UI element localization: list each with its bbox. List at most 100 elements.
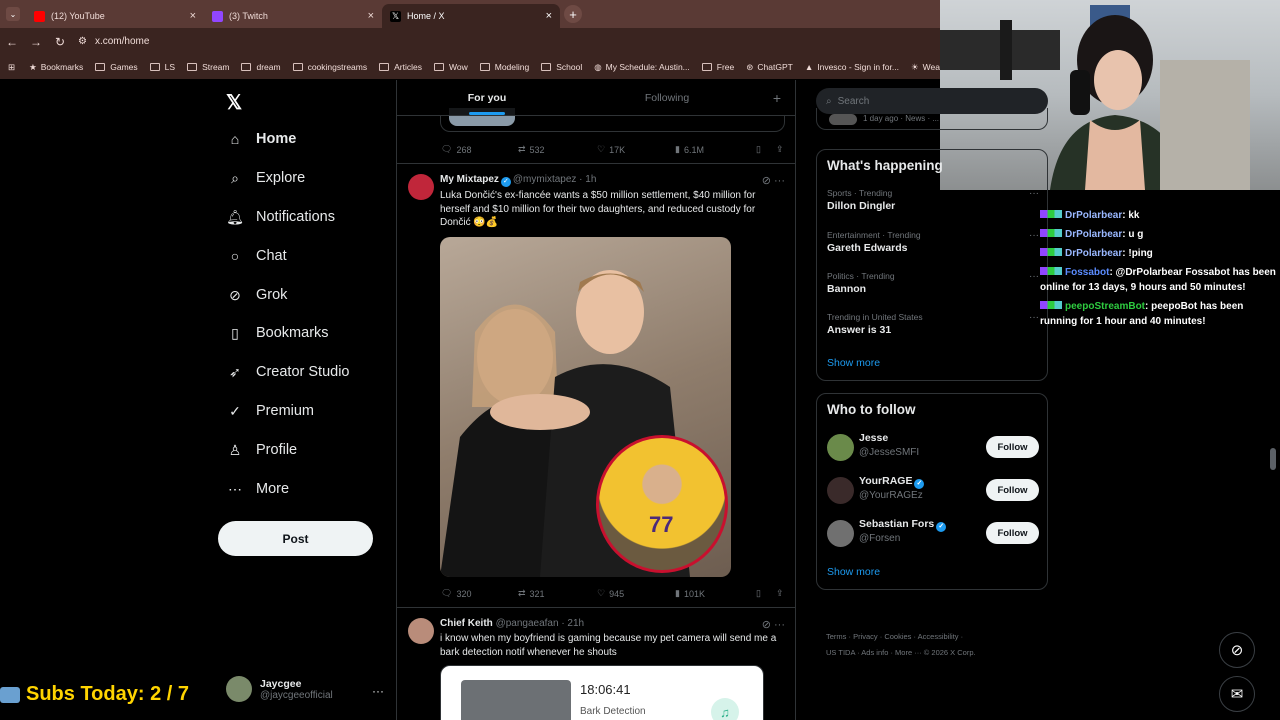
tab-following[interactable]: Following [577,80,757,115]
bookmark-item[interactable]: Modeling [479,62,529,72]
more-options-icon[interactable]: ⊘ ··· [762,618,785,631]
avatar[interactable] [408,618,434,644]
news-panel-bottom[interactable]: 1 day ago · News · ... [816,108,1048,130]
tab-twitch[interactable]: (3) Twitch × [204,4,382,28]
author-handle[interactable]: @pangaeafan · 21h [496,618,585,629]
share-icon[interactable]: ⇪ [776,144,784,155]
pet-camera-card[interactable]: 18:06:41 Bark Detection ♫ [440,665,764,720]
tab-label: (12) YouTube [51,11,105,21]
trend-item[interactable]: Sports · Trending Dillon Dingler ··· [827,188,1039,212]
repost-button[interactable]: ⇄ 321 [518,588,597,599]
bookmark-item[interactable]: ◍ My Schedule: Austin... [594,62,690,73]
follow-suggestion[interactable]: YourRAGE ✓ @YourRAGEz Follow [827,475,1039,505]
bookmark-item[interactable]: cookingstreams [292,62,367,72]
views-icon: ▮ [675,588,680,598]
bookmark-icon[interactable]: ▯ [756,588,776,599]
more-options-icon[interactable]: ··· [1029,271,1039,282]
footer-links[interactable]: US TIDA · Ads info · More ··· © 2026 X C… [826,648,976,657]
back-icon[interactable]: ← [0,35,24,49]
folder-icon [149,63,160,71]
bookmark-icon[interactable]: ▯ [756,144,776,155]
tweet-previous[interactable]: 🗨︎ 268 ⇄ 532 ♡ 17K ▮ 6.1M ▯ ⇪ [397,116,795,164]
page-scrollbar[interactable] [1270,448,1276,470]
author-name[interactable]: My Mixtapez [440,174,499,185]
nav-notifications[interactable]: 🔔︎ Notifications [226,208,335,226]
more-options-icon[interactable]: ··· [1029,188,1039,199]
bookmark-item[interactable]: ★ Bookmarks [29,62,83,73]
messages-icon[interactable]: ✉ [1219,676,1255,712]
stream-chat-overlay: DrPolarbear: kk DrPolarbear: u g DrPolar… [1040,208,1280,333]
trend-item[interactable]: Politics · Trending Bannon ··· [827,271,1039,295]
like-button[interactable]: ♡ 945 [597,588,675,599]
reload-icon[interactable]: ↻ [48,35,72,49]
views-button[interactable]: ▮ 101K [675,588,756,599]
nav-chat[interactable]: ○ Chat [226,247,287,265]
tweet-photo[interactable]: 77 [440,237,731,577]
bookmark-item[interactable]: dream [241,62,281,72]
trend-item[interactable]: Trending in United States Answer is 31 ··· [827,312,1039,336]
account-more-icon[interactable]: ··· [372,684,384,698]
follow-button[interactable]: Follow [986,436,1039,458]
bookmark-item[interactable]: Wow [433,62,468,72]
nav-creator-studio[interactable]: ➶ Creator Studio [226,363,349,381]
nav-home[interactable]: ⌂ Home [226,130,297,148]
star-icon: ★ [29,61,37,72]
tweet-mymixtapez[interactable]: My Mixtapez ✓ @mymixtapez · 1h ⊘ ··· Luka … [397,164,795,608]
tab-youtube[interactable]: (12) YouTube × [26,4,204,28]
bookmark-item[interactable]: Stream [187,62,229,72]
close-tab-icon[interactable]: × [368,10,374,22]
x-favicon-icon: 𝕏 [390,10,401,22]
apps-icon[interactable]: ⊞ [8,62,15,73]
nav-grok[interactable]: ⊘ Grok [226,286,287,304]
bookmark-item[interactable]: Games [95,62,138,72]
post-button[interactable]: Post [218,521,373,556]
author-handle[interactable]: @mymixtapez · 1h [513,174,597,185]
grok-icon[interactable]: ⊘ [1219,632,1255,668]
tab-for-you[interactable]: For you [397,80,577,115]
bookmark-item[interactable]: ⊛ ChatGPT [746,62,793,73]
nav-premium[interactable]: ✓ Premium [226,402,314,420]
nav-more[interactable]: ⋯ More [226,480,289,498]
reply-button[interactable]: 🗨︎ 268 [441,144,518,155]
show-more-link[interactable]: Show more [827,357,880,369]
bookmark-item[interactable]: LS [149,62,175,72]
new-tab-button[interactable]: + [564,5,582,23]
views-button[interactable]: ▮ 6.1M [675,144,756,155]
footer-links[interactable]: Terms · Privacy · Cookies · Accessibilit… [826,632,963,641]
follow-button[interactable]: Follow [986,479,1039,501]
share-icon[interactable]: ⇪ [776,588,784,599]
follow-button[interactable]: Follow [986,522,1039,544]
more-options-icon[interactable]: ··· [1029,230,1039,241]
grok-icon: ⊘ [229,286,241,303]
close-tab-icon[interactable]: × [546,10,552,22]
bookmark-item[interactable]: ▲ Invesco - Sign in for... [805,62,899,72]
bookmark-item[interactable]: ☀Weathe [911,62,940,73]
nav-bookmarks[interactable]: ▯ Bookmarks [226,324,329,342]
bookmark-item[interactable]: School [541,62,582,72]
repost-button[interactable]: ⇄ 532 [518,144,597,155]
reply-button[interactable]: 🗨︎ 320 [441,588,518,599]
more-options-icon[interactable]: ··· [1029,312,1039,323]
x-logo-icon[interactable]: 𝕏 [226,90,242,115]
add-tab-icon[interactable]: + [757,80,795,115]
tab-x-home[interactable]: 𝕏 Home / X × [382,4,560,28]
url-field[interactable]: ⚙ x.com/home [78,36,149,47]
follow-suggestion[interactable]: Sebastian Fors ✓ @Forsen Follow [827,518,1039,548]
tab-search-icon[interactable]: ⌄ [6,7,20,21]
site-info-icon[interactable]: ⚙ [78,36,87,47]
follow-suggestion[interactable]: Jesse @JesseSMFI Follow [827,432,1039,462]
avatar[interactable] [408,174,434,200]
nav-explore[interactable]: ⌕ Explore [226,169,305,187]
trend-item[interactable]: Entertainment · Trending Gareth Edwards ··… [827,230,1039,254]
author-name[interactable]: Chief Keith [440,618,493,629]
forward-icon[interactable]: → [24,35,48,49]
bookmark-item[interactable]: Free [701,62,734,72]
bookmark-item[interactable]: Articles [379,62,422,72]
close-tab-icon[interactable]: × [190,10,196,22]
like-button[interactable]: ♡ 17K [597,144,675,155]
nav-profile[interactable]: ♙ Profile [226,441,297,459]
more-options-icon[interactable]: ⊘ ··· [762,174,785,187]
show-more-link[interactable]: Show more [827,566,880,578]
account-switcher[interactable]: Jaycgee @jaycgeeofficial [226,676,333,702]
nav-label: Bookmarks [256,325,329,341]
